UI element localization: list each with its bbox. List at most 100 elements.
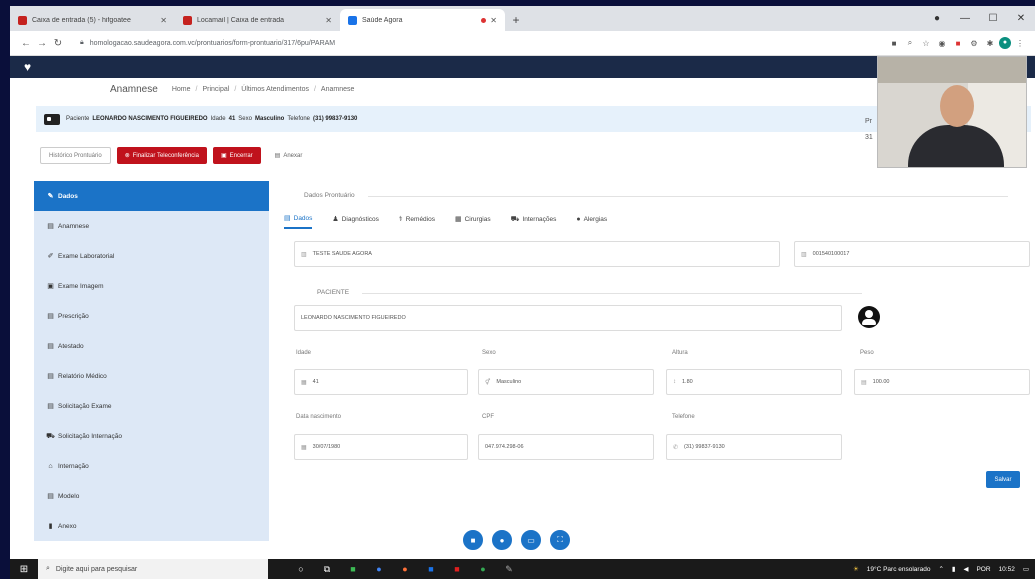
breadcrumb-atendimentos[interactable]: Últimos Atendimentos [241, 86, 309, 93]
video-camera-button[interactable]: ■ [461, 528, 485, 552]
telefone-label: Telefone [672, 414, 695, 420]
menu-icon[interactable]: ⋮ [1013, 39, 1027, 48]
close-label: Encerrar [229, 152, 253, 159]
patient-phone: (31) 99837-9130 [313, 116, 358, 122]
tab-label: Saúde Agora [362, 16, 403, 24]
sexo-field[interactable]: ⚥ Masculino [478, 369, 654, 395]
tab-internacoes[interactable]: ⛟ Internações [511, 214, 557, 229]
browser-tab-3[interactable]: Saúde Agora ✕ [340, 9, 505, 31]
altura-field[interactable]: ↕ 1.80 [666, 369, 842, 395]
breadcrumb-principal[interactable]: Principal [202, 86, 229, 93]
chevron-up-icon[interactable]: ⌃ [938, 565, 943, 573]
profile-avatar[interactable]: ● [999, 37, 1011, 49]
task-view-icon[interactable]: ⧉ [314, 564, 340, 575]
tab-cirurgias[interactable]: ▦ Cirurgias [455, 214, 491, 229]
idade-label: Idade [296, 350, 312, 356]
pdf-icon[interactable]: ■ [444, 564, 470, 575]
id-card-icon [44, 113, 60, 125]
forward-icon[interactable]: → [34, 38, 50, 49]
close-icon[interactable]: ✕ [160, 16, 167, 25]
extension-icon[interactable]: ◉ [935, 39, 949, 48]
sidebar-item-internacao[interactable]: ⌂ Internação [34, 451, 269, 481]
weather-text[interactable]: 19°C Parc ensolarado [867, 566, 931, 573]
breadcrumb-home[interactable]: Home [172, 86, 191, 93]
volume-icon[interactable]: ◀ [963, 565, 968, 573]
close-window-button[interactable]: ✕ [1007, 13, 1035, 24]
windows-start-icon[interactable]: ⊞ [10, 564, 38, 575]
notification-icon[interactable]: ▭ [1023, 565, 1029, 573]
tab-dados[interactable]: ▤ Dados [284, 214, 313, 229]
cortana-icon[interactable]: ○ [288, 564, 314, 575]
star-icon[interactable]: ☆ [919, 39, 933, 48]
close-button[interactable]: ▣ Encerrar [212, 147, 261, 164]
truncated-text-2: 31 [865, 134, 873, 141]
finish-teleconf-button[interactable]: ⊗ Finalizar Teleconferência [116, 147, 207, 164]
telefone-field[interactable]: ✆ (31) 99837-9130 [666, 434, 842, 460]
tab-diagnosticos[interactable]: ♟ Diagnósticos [332, 214, 379, 229]
screen-share-button[interactable]: ▭ [519, 528, 543, 552]
browser-tab-2[interactable]: Locamail | Caixa de entrada ✕ [175, 9, 340, 31]
firefox-icon[interactable]: ● [392, 564, 418, 575]
sidebar-item-solicitacao-exame[interactable]: ▤ Solicitação Exame [34, 391, 269, 421]
tab-alergias[interactable]: ● Alergias [576, 214, 607, 229]
network-icon[interactable]: ▮ [952, 565, 956, 573]
zoom-icon[interactable]: ⌕ [903, 38, 917, 48]
app-icon-green-2[interactable]: ● [470, 564, 496, 575]
attach-button[interactable]: ▤ Anexar [266, 147, 311, 164]
extension-red-icon[interactable]: ■ [951, 39, 965, 48]
sidebar-item-solicitacao-internacao[interactable]: ⛟ Solicitação Internação [34, 421, 269, 451]
attach-icon: ▤ [274, 153, 281, 159]
empresa-field[interactable]: ▥ TESTE SAUDE AGORA [294, 241, 780, 267]
save-button[interactable]: Salvar [986, 471, 1020, 488]
reload-icon[interactable]: ↻ [50, 38, 66, 49]
camera-icon[interactable]: ■ [887, 39, 901, 48]
extension-icon-2[interactable]: ⚙ [967, 39, 981, 48]
call-controls: ■ ● ▭ ⛶ [461, 528, 577, 552]
doc-icon: ▤ [284, 215, 291, 222]
idade-field[interactable]: ▦ 41 [294, 369, 468, 395]
app-icon-blue[interactable]: ■ [418, 564, 444, 575]
back-icon[interactable]: ← [18, 38, 34, 49]
cpf-field[interactable]: 047.974.298-06 [478, 434, 654, 460]
microphone-button[interactable]: ● [490, 528, 514, 552]
tab-remedios[interactable]: ⚕ Remédios [399, 214, 435, 229]
tab-label: Alergias [583, 215, 608, 223]
sidebar-item-dados[interactable]: ✎ Dados [34, 181, 269, 211]
minimize-button[interactable]: — [951, 13, 979, 24]
sidebar-item-anamnese[interactable]: ▤ Anamnese [34, 211, 269, 241]
puzzle-icon[interactable]: ✱ [983, 39, 997, 48]
heart-logo-icon[interactable]: ♥ [24, 60, 31, 74]
sidebar-item-relatorio-medico[interactable]: ▤ Relatório Médico [34, 361, 269, 391]
sidebar-item-anexo[interactable]: ▮ Anexo [34, 511, 269, 541]
id-icon: ▥ [801, 251, 807, 258]
browser-tab-1[interactable]: Caixa de entrada (5) - hifgoatee ✕ [10, 9, 175, 31]
sidebar-item-prescricao[interactable]: ▤ Prescrição [34, 301, 269, 331]
peso-field[interactable]: ▤ 100.00 [854, 369, 1030, 395]
app-icon-paint[interactable]: ✎ [496, 564, 522, 575]
patient-name-field[interactable]: LEONARDO NASCIMENTO FIGUEIREDO [294, 305, 842, 331]
nascimento-field[interactable]: ▦ 30/07/1980 [294, 434, 468, 460]
app-icon-green[interactable]: ■ [340, 564, 366, 575]
cpf-value: 047.974.298-06 [485, 444, 524, 450]
taskbar-search[interactable]: ⌕ Digite aqui para pesquisar [38, 559, 268, 579]
divider [362, 293, 862, 294]
fullscreen-button[interactable]: ⛶ [548, 528, 572, 552]
maximize-button[interactable]: ☐ [979, 13, 1007, 24]
sidebar-item-modelo[interactable]: ▤ Modelo [34, 481, 269, 511]
sidebar-item-exame-laboratorial[interactable]: ✐ Exame Laboratorial [34, 241, 269, 271]
close-icon[interactable]: ✕ [325, 16, 332, 25]
patient-legend: PACIENTE [317, 289, 350, 296]
close-icon[interactable]: ✕ [490, 16, 497, 25]
new-tab-button[interactable]: + [505, 9, 527, 31]
url-field[interactable]: 🔒︎ homologacao.saudeagora.com.vc/prontua… [72, 35, 875, 52]
codigo-field[interactable]: ▥ 001540100017 [794, 241, 1030, 267]
site-icon [348, 15, 357, 25]
chrome-icon[interactable]: ● [366, 564, 392, 575]
sidebar-item-atestado[interactable]: ▤ Atestado [34, 331, 269, 361]
tab-label: Dados [293, 214, 313, 222]
video-background [878, 57, 1026, 83]
language-indicator[interactable]: POR [976, 566, 990, 573]
sidebar-item-exame-imagem[interactable]: ▣ Exame Imagem [34, 271, 269, 301]
history-button[interactable]: Histórico Prontuário [40, 147, 111, 164]
clock[interactable]: 10:52 [999, 566, 1015, 573]
